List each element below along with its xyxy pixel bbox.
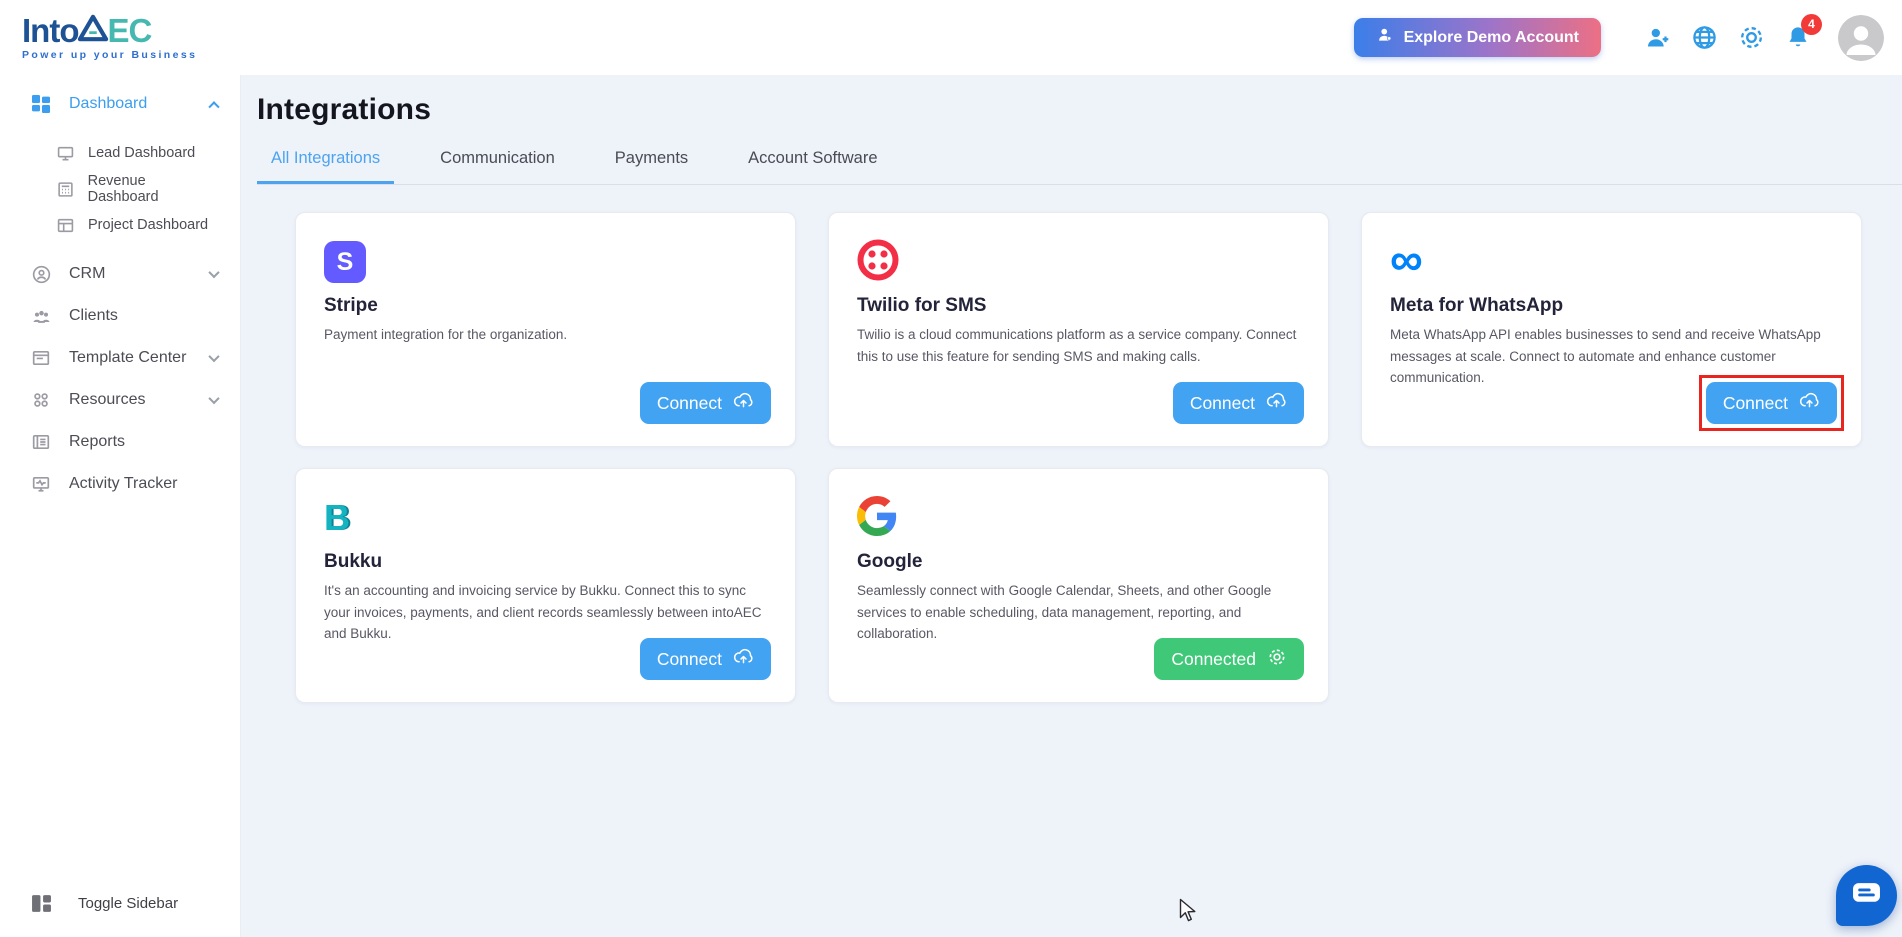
- logo-tagline: Power up your Business: [22, 49, 198, 62]
- cloud-upload-icon: [733, 392, 754, 414]
- toggle-sidebar-icon: [30, 894, 52, 913]
- tab-bar: All Integrations Communication Payments …: [257, 149, 1902, 185]
- sidebar-item-dashboard[interactable]: Dashboard: [0, 83, 240, 125]
- toggle-sidebar-label: Toggle Sidebar: [78, 894, 179, 912]
- connect-button-bukku[interactable]: Connect: [639, 638, 771, 680]
- cloud-upload-icon: [733, 648, 754, 670]
- sidebar-label-activity-tracker: Activity Tracker: [69, 475, 178, 492]
- app-logo: Into EC Power up your Business: [22, 14, 197, 61]
- chat-widget-button[interactable]: [1836, 865, 1897, 926]
- integration-card-meta: ∞ Meta for WhatsApp Meta WhatsApp API en…: [1361, 212, 1862, 447]
- sidebar-label-project-dashboard: Project Dashboard: [88, 217, 209, 233]
- integrations-grid: S Stripe Payment integration for the org…: [295, 212, 1863, 703]
- sidebar-item-project-dashboard[interactable]: Project Dashboard: [0, 207, 240, 243]
- connect-button-stripe[interactable]: Connect: [639, 382, 771, 424]
- revenue-dashboard-icon: [56, 181, 75, 198]
- activity-tracker-icon: [30, 475, 52, 493]
- sidebar-item-revenue-dashboard[interactable]: Revenue Dashboard: [0, 171, 240, 207]
- meta-logo-icon: ∞: [1390, 233, 1423, 285]
- tab-account-software[interactable]: Account Software: [734, 149, 891, 184]
- connect-button-meta[interactable]: Connect: [1705, 382, 1837, 424]
- logo-triangle-icon: [77, 14, 109, 46]
- cloud-upload-icon: [1266, 392, 1287, 414]
- settings-gear-icon: [1267, 647, 1287, 672]
- card-title: Stripe: [324, 295, 378, 316]
- card-description: Twilio is a cloud communications platfor…: [857, 327, 1297, 364]
- sidebar-label-resources: Resources: [69, 391, 146, 408]
- red-highlight-outline: Connect: [1698, 375, 1844, 431]
- tab-payments[interactable]: Payments: [601, 149, 702, 184]
- sidebar-item-clients[interactable]: Clients: [0, 295, 240, 337]
- card-title: Google: [857, 551, 923, 572]
- globe-icon[interactable]: [1689, 23, 1719, 53]
- explore-demo-account-label: Explore Demo Account: [1403, 28, 1579, 46]
- resources-icon: [30, 391, 52, 409]
- chevron-up-icon: [208, 101, 220, 113]
- sidebar-label-lead-dashboard: Lead Dashboard: [88, 145, 196, 161]
- chevron-down-icon: [208, 392, 220, 405]
- top-header: Into EC Power up your Business Explore D…: [0, 0, 1902, 75]
- project-dashboard-icon: [56, 217, 75, 234]
- connect-button-label: Connect: [1189, 392, 1255, 413]
- main-content: Integrations All Integrations Communicat…: [241, 75, 1902, 937]
- bukku-logo-icon: B: [324, 497, 350, 538]
- sidebar-label-revenue-dashboard: Revenue Dashboard: [87, 173, 159, 205]
- reports-icon: [30, 433, 52, 451]
- gear-icon[interactable]: [1736, 23, 1766, 53]
- lead-dashboard-icon: [56, 145, 75, 162]
- template-center-icon: [30, 349, 52, 367]
- user-avatar[interactable]: [1838, 14, 1884, 61]
- card-title: Twilio for SMS: [857, 295, 987, 316]
- integration-card-google: Google Seamlessly connect with Google Ca…: [828, 468, 1329, 703]
- page-title: Integrations: [257, 93, 432, 126]
- cloud-upload-icon: [1799, 392, 1820, 414]
- integration-card-bukku: B Bukku It's an accounting and invoicing…: [295, 468, 796, 703]
- sidebar-item-reports[interactable]: Reports: [0, 421, 240, 463]
- sidebar: Dashboard Lead Dashboard Revenue Dashboa…: [0, 75, 241, 937]
- connect-button-label: Connect: [656, 648, 722, 669]
- sidebar-label-crm: CRM: [69, 265, 106, 282]
- dashboard-grid-icon: [30, 94, 52, 114]
- logo-text-ec: EC: [107, 12, 152, 50]
- sidebar-label-clients: Clients: [69, 307, 118, 324]
- connected-button-label: Connected: [1171, 648, 1256, 669]
- add-user-icon[interactable]: [1642, 23, 1672, 53]
- sidebar-item-resources[interactable]: Resources: [0, 379, 240, 421]
- sidebar-label-reports: Reports: [69, 433, 126, 450]
- card-description: Seamlessly connect with Google Calendar,…: [857, 583, 1272, 642]
- card-description: It's an accounting and invoicing service…: [324, 583, 762, 642]
- logo-text-into: Into: [22, 12, 79, 50]
- sidebar-label-dashboard: Dashboard: [69, 95, 148, 112]
- stripe-logo-icon: S: [324, 241, 366, 283]
- sidebar-item-lead-dashboard[interactable]: Lead Dashboard: [0, 135, 240, 171]
- person-icon: [1376, 26, 1394, 49]
- sidebar-label-template-center: Template Center: [69, 349, 187, 366]
- chevron-down-icon: [208, 266, 220, 279]
- connect-button-twilio[interactable]: Connect: [1172, 382, 1304, 424]
- card-title: Meta for WhatsApp: [1390, 295, 1564, 316]
- sidebar-item-crm[interactable]: CRM: [0, 253, 240, 295]
- connected-button-google[interactable]: Connected: [1154, 638, 1304, 680]
- chevron-down-icon: [208, 350, 220, 363]
- twilio-logo-icon: [857, 239, 899, 286]
- google-logo-icon: [857, 495, 897, 541]
- integration-card-stripe: S Stripe Payment integration for the org…: [295, 212, 796, 447]
- crm-icon: [30, 265, 52, 284]
- toggle-sidebar-button[interactable]: Toggle Sidebar: [0, 883, 240, 923]
- card-title: Bukku: [324, 551, 383, 572]
- sidebar-item-activity-tracker[interactable]: Activity Tracker: [0, 463, 240, 505]
- chat-message-icon: [1852, 882, 1881, 910]
- connect-button-label: Connect: [1722, 392, 1788, 413]
- tab-communication[interactable]: Communication: [426, 149, 569, 184]
- sidebar-item-template-center[interactable]: Template Center: [0, 337, 240, 379]
- integration-card-twilio: Twilio for SMS Twilio is a cloud communi…: [828, 212, 1329, 447]
- explore-demo-account-button[interactable]: Explore Demo Account: [1353, 18, 1601, 57]
- card-description: Payment integration for the organization…: [324, 327, 568, 342]
- notifications-bell-icon[interactable]: 4: [1783, 13, 1822, 53]
- notification-badge: 4: [1801, 13, 1822, 35]
- connect-button-label: Connect: [656, 392, 722, 413]
- tab-all-integrations[interactable]: All Integrations: [257, 149, 395, 184]
- clients-icon: [30, 307, 52, 326]
